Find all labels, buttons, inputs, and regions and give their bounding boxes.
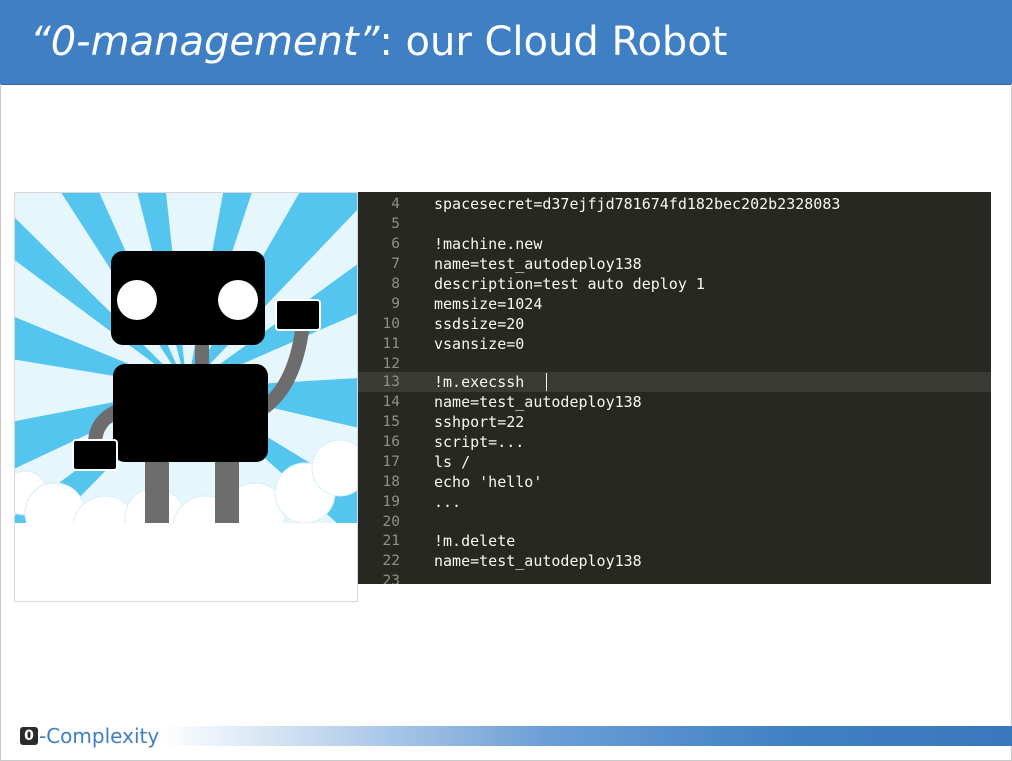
- title-rest: : our Cloud Robot: [379, 19, 728, 65]
- code-text: ssdsize=20: [434, 315, 525, 333]
- text-cursor: [546, 373, 547, 391]
- code-line: 21 !m.delete: [358, 531, 991, 551]
- slide-title: “0-management”: our Cloud Robot: [30, 14, 727, 70]
- code-text: echo 'hello': [434, 473, 543, 491]
- code-line: 12: [358, 354, 991, 374]
- line-number: 15: [382, 414, 400, 430]
- line-number: 11: [382, 336, 400, 352]
- line-number: 23: [382, 573, 400, 584]
- line-number: 22: [382, 553, 400, 569]
- line-number: 7: [391, 256, 400, 272]
- code-text: name=test_autodeploy138: [434, 255, 642, 273]
- line-number: 10: [382, 316, 400, 332]
- code-line: 14 name=test_autodeploy138: [358, 392, 991, 412]
- code-text: vsansize=0: [434, 335, 525, 353]
- cloud-robot-illustration-icon: [15, 193, 357, 601]
- code-line: 15 sshport=22: [358, 412, 991, 432]
- line-number: 20: [382, 514, 400, 530]
- code-line: 17 ls /: [358, 452, 991, 472]
- code-text: sshport=22: [434, 413, 525, 431]
- line-number: 18: [382, 474, 400, 490]
- code-text: description=test auto deploy 1: [434, 275, 705, 293]
- code-line: 5: [358, 214, 991, 234]
- line-number: 12: [382, 356, 400, 372]
- line-number: 17: [382, 454, 400, 470]
- title-quote-close: ”: [358, 19, 380, 65]
- title-bar: “0-management”: our Cloud Robot: [0, 0, 1012, 85]
- code-line: 19...: [358, 492, 991, 512]
- line-number: 19: [382, 494, 400, 510]
- code-text: ...: [434, 493, 462, 511]
- code-text: ls /: [434, 453, 471, 471]
- code-line-active: 13 !m.execssh: [358, 372, 991, 392]
- footer-bar: [160, 726, 1012, 746]
- line-number: 4: [391, 196, 400, 212]
- line-number: 5: [391, 216, 400, 232]
- line-number: 9: [391, 296, 400, 312]
- line-number: 13: [382, 374, 400, 390]
- line-number: 21: [382, 533, 400, 549]
- code-line: 7 name=test_autodeploy138: [358, 254, 991, 274]
- code-text: spacesecret=d37ejfjd781674fd182bec202b23…: [434, 195, 841, 213]
- code-text: memsize=1024: [434, 295, 543, 313]
- code-line: 6 !machine.new: [358, 234, 991, 254]
- code-text: name=test_autodeploy138: [434, 393, 642, 411]
- code-text: !machine.new: [434, 235, 543, 253]
- code-editor[interactable]: 4 spacesecret=d37ejfjd781674fd182bec202b2…: [358, 192, 991, 584]
- code-line: 9 memsize=1024: [358, 294, 991, 314]
- code-line: 20: [358, 512, 991, 532]
- code-line: 4 spacesecret=d37ejfjd781674fd182bec202b2…: [358, 194, 991, 214]
- logo-text: -Complexity: [39, 724, 160, 748]
- code-line: 23: [358, 571, 991, 584]
- code-line: 16 script=...: [358, 432, 991, 452]
- code-line: 8 description=test auto deploy 1: [358, 274, 991, 294]
- title-quote-open: “: [30, 19, 51, 65]
- complexity-logo: 0 -Complexity: [20, 721, 159, 751]
- code-line: 10 ssdsize=20: [358, 314, 991, 334]
- code-line: 11 vsansize=0: [358, 334, 991, 354]
- code-text: !m.delete: [434, 532, 516, 550]
- robot-illustration-panel: [14, 192, 358, 602]
- code-text: name=test_autodeploy138: [434, 552, 642, 570]
- code-line: 22 name=test_autodeploy138: [358, 551, 991, 571]
- code-line: 18 echo 'hello': [358, 472, 991, 492]
- line-number: 14: [382, 394, 400, 410]
- code-text: script=...: [434, 433, 525, 451]
- logo-zero: 0: [20, 727, 38, 745]
- code-text: !m.execssh: [434, 373, 525, 391]
- title-emphasis: 0-management: [50, 19, 359, 65]
- line-number: 16: [382, 434, 400, 450]
- line-number: 8: [391, 276, 400, 292]
- line-number: 6: [391, 236, 400, 252]
